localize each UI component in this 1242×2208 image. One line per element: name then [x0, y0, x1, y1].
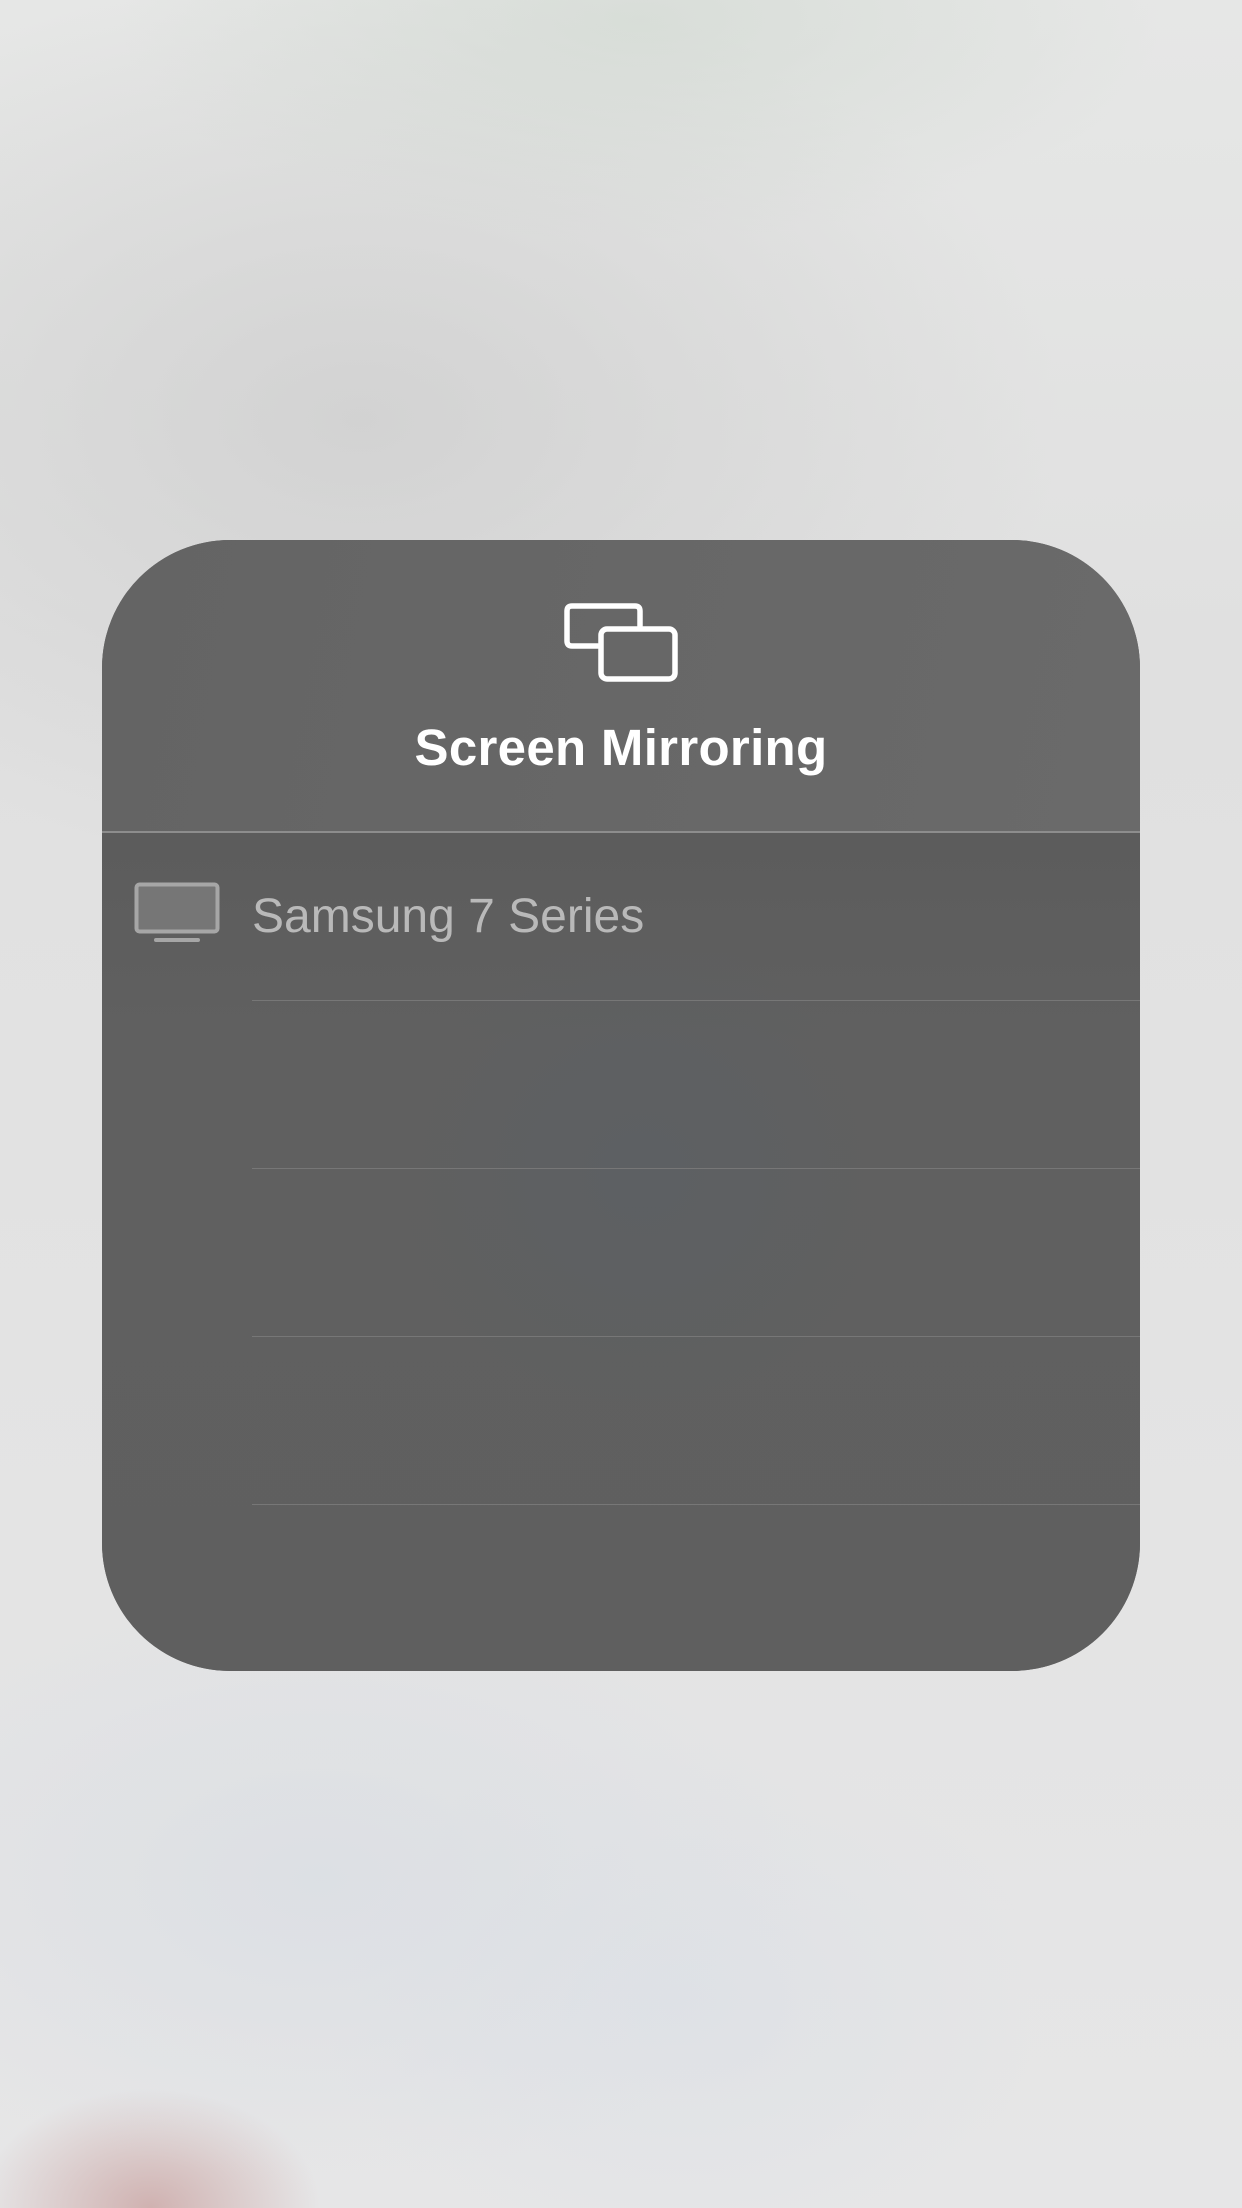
device-list: Samsung 7 Series: [102, 833, 1140, 1671]
panel-header: Screen Mirroring: [102, 540, 1140, 831]
empty-device-row: [102, 1001, 1140, 1168]
panel-title: Screen Mirroring: [414, 719, 828, 776]
device-row-samsung-7-series[interactable]: Samsung 7 Series: [102, 833, 1140, 1000]
empty-device-row: [102, 1169, 1140, 1336]
device-name: Samsung 7 Series: [252, 890, 645, 943]
tv-icon: [134, 882, 220, 942]
empty-device-row: [102, 1505, 1140, 1671]
empty-device-row: [102, 1337, 1140, 1504]
screen-mirroring-icon: [564, 603, 678, 682]
screen-mirroring-panel: Screen Mirroring Samsung 7 Series: [102, 540, 1140, 1671]
